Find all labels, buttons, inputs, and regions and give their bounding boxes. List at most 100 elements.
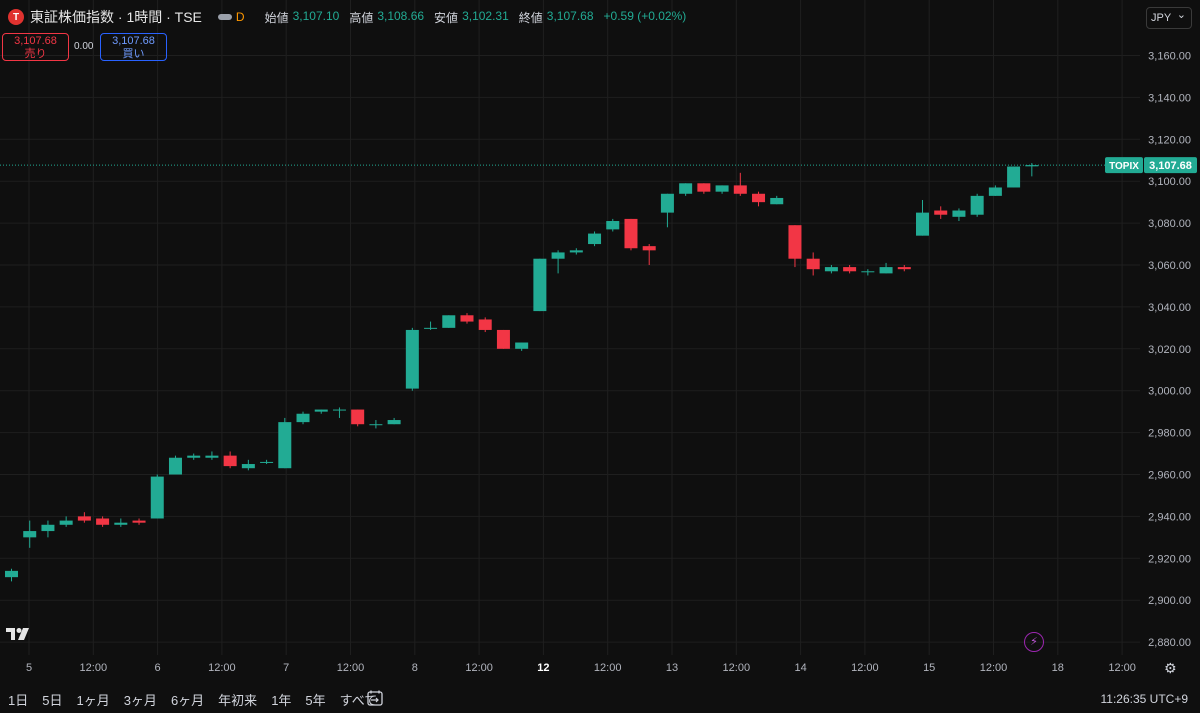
- candle: [824, 265, 838, 274]
- y-tick-label: 2,900.00: [1148, 595, 1191, 607]
- candle-body: [752, 193, 766, 203]
- candle-body: [41, 524, 55, 532]
- candle: [223, 451, 237, 469]
- range-button[interactable]: 6ヶ月: [171, 690, 204, 709]
- lightning-icon[interactable]: ⚡: [1024, 632, 1044, 652]
- time-axis[interactable]: 5 12:00 6 12:00 7 12:00 8 12:00 12 12:00 13 12:00 14…: [26, 662, 1136, 674]
- candle-body: [569, 250, 583, 253]
- candle-body: [150, 476, 164, 519]
- candle: [916, 200, 929, 236]
- price-axis[interactable]: 3,160.00 3,140.00 3,120.00 3,100.00 3,080.00…: [1148, 51, 1191, 650]
- range-button[interactable]: 1日: [8, 690, 28, 709]
- candle: [934, 206, 948, 219]
- price-tag: TOPIX 3,107.68: [1105, 157, 1197, 174]
- candle: [96, 516, 110, 527]
- sell-button[interactable]: 3,107.68 売り: [2, 33, 69, 61]
- x-tick-label: 12: [537, 662, 549, 674]
- candle: [970, 193, 984, 217]
- ohlc-value: +0.59 (+0.02%): [603, 8, 687, 23]
- candle: [642, 244, 656, 265]
- currency-select[interactable]: JPY: [1146, 5, 1192, 29]
- candle: [733, 172, 747, 196]
- clock[interactable]: 11:26:35 UTC+9: [1101, 692, 1189, 706]
- candle: [588, 231, 602, 247]
- x-tick-label: 14: [794, 662, 806, 674]
- candle-body: [496, 329, 510, 349]
- candle: [405, 327, 419, 391]
- candle: [569, 248, 583, 255]
- goto-date-icon[interactable]: [366, 689, 384, 707]
- toggle-label: D: [235, 10, 245, 24]
- candle: [260, 459, 274, 465]
- candle-body: [260, 461, 274, 463]
- candle-body: [59, 520, 73, 525]
- data-mode-toggle[interactable]: D: [217, 10, 245, 24]
- y-tick-label: 3,040.00: [1148, 302, 1191, 314]
- range-button[interactable]: 1年: [271, 690, 291, 709]
- sell-price: 3,107.68: [14, 35, 57, 47]
- candle-body: [806, 258, 820, 270]
- candle: [496, 329, 510, 349]
- buy-button[interactable]: 3,107.68 買い: [100, 33, 167, 61]
- candle-body: [314, 409, 328, 412]
- candle-body: [642, 246, 656, 251]
- candle: [424, 321, 438, 330]
- y-tick-label: 2,880.00: [1148, 637, 1191, 649]
- symbol-logo-icon[interactable]: T: [8, 9, 24, 25]
- range-button[interactable]: 5年: [305, 690, 325, 709]
- symbol-tag: TOPIX: [1109, 161, 1139, 172]
- gear-icon[interactable]: ⚙: [1164, 660, 1177, 677]
- candle: [369, 420, 383, 429]
- candle-body: [551, 252, 565, 259]
- x-tick-label: 12:00: [723, 662, 751, 674]
- candle-body: [5, 570, 18, 578]
- range-button[interactable]: 5日: [42, 690, 62, 709]
- y-tick-label: 2,980.00: [1148, 428, 1191, 440]
- ohlc-value: 3,102.31: [462, 8, 509, 23]
- candle-body: [23, 531, 37, 538]
- candle: [205, 451, 219, 460]
- candle: [879, 262, 893, 274]
- candle: [387, 417, 401, 425]
- candle: [515, 342, 529, 351]
- price-tag-value: 3,107.68: [1149, 160, 1192, 172]
- buy-price: 3,107.68: [112, 35, 155, 47]
- candle-body: [952, 210, 966, 217]
- candle-body: [515, 342, 529, 349]
- candle: [351, 409, 365, 427]
- candle-body: [478, 319, 492, 330]
- chart-grid: [0, 0, 1140, 655]
- candle: [150, 474, 164, 519]
- candle: [59, 516, 73, 527]
- ohlc-value: 3,108.66: [377, 8, 425, 23]
- candle-body: [96, 518, 110, 525]
- range-button[interactable]: 1ヶ月: [76, 690, 109, 709]
- candle-body: [770, 197, 784, 205]
- x-tick-label: 12:00: [80, 662, 108, 674]
- candle-body: [788, 225, 802, 259]
- ohlc-label: 安値: [434, 10, 459, 25]
- candle: [806, 252, 820, 276]
- candlestick-chart[interactable]: 3,160.00 3,140.00 3,120.00 3,100.00 3,080.00…: [0, 0, 1200, 685]
- range-button[interactable]: 年初来: [218, 690, 257, 709]
- range-button[interactable]: 3ヶ月: [124, 690, 157, 709]
- candle-body: [369, 424, 383, 426]
- candle-body: [533, 258, 547, 312]
- candle: [41, 520, 55, 538]
- x-tick-label: 13: [666, 662, 678, 674]
- tradingview-logo[interactable]: [6, 626, 34, 642]
- candle-body: [132, 520, 146, 523]
- candle-body: [588, 233, 602, 245]
- candle-body: [916, 212, 929, 236]
- candles: [5, 163, 1039, 582]
- range-selector: 1日 5日 1ヶ月 3ヶ月 6ヶ月 年初来 1年 5年 すべて: [0, 690, 383, 709]
- candle: [132, 518, 146, 525]
- ohlc-label: 終値: [518, 10, 543, 25]
- symbol-title[interactable]: 東証株価指数 · 1時間 · TSE: [30, 7, 202, 27]
- candle: [168, 455, 182, 475]
- candle: [752, 191, 766, 207]
- x-tick-label: 12:00: [465, 662, 493, 674]
- candle-body: [278, 422, 292, 469]
- y-tick-label: 3,080.00: [1148, 218, 1191, 230]
- candle-body: [405, 329, 419, 389]
